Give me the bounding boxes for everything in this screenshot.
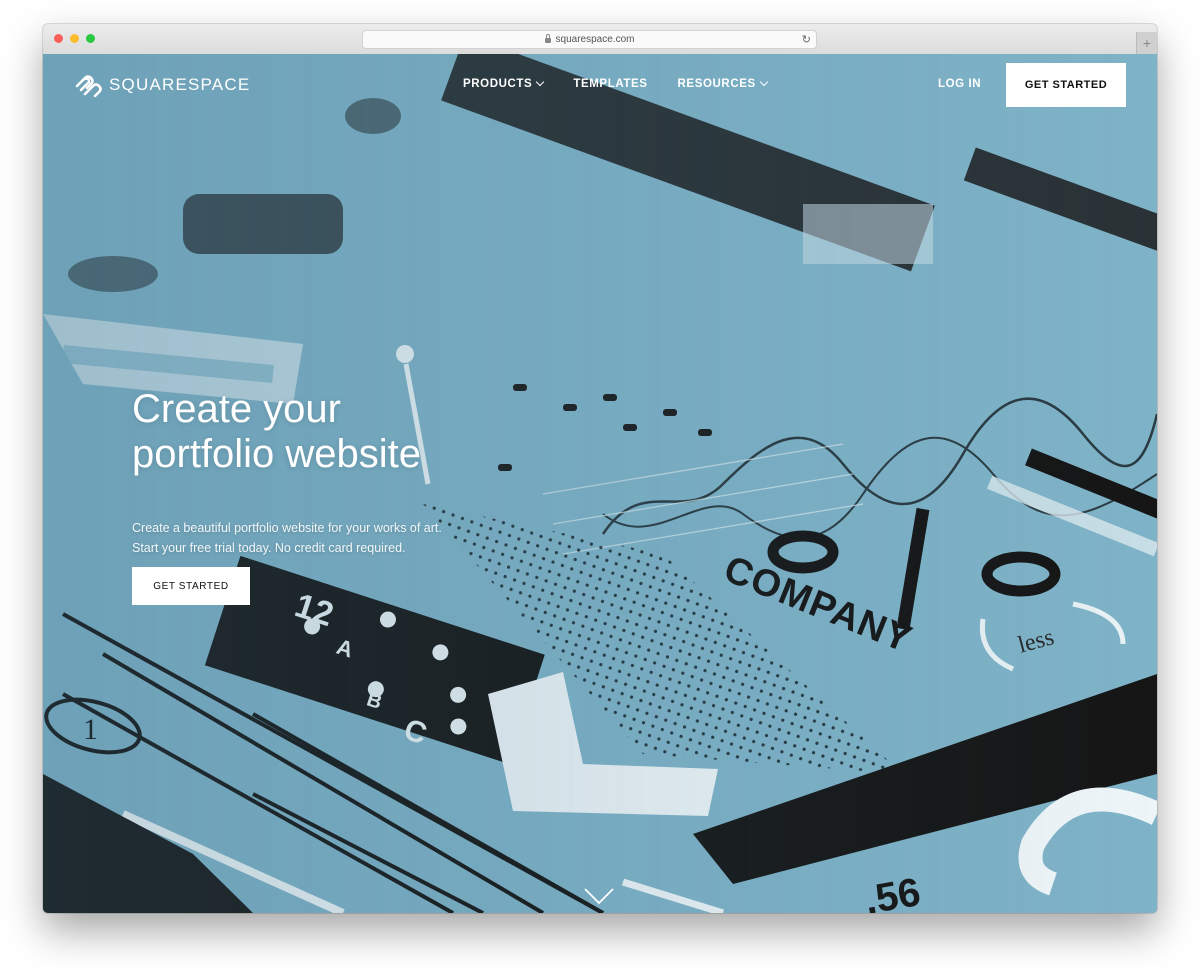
hero-headline: Create your portfolio website (132, 387, 532, 477)
browser-titlebar: squarespace.com ↻ + (43, 24, 1157, 55)
squarespace-logo-icon (75, 75, 102, 97)
nav-links: PRODUCTS TEMPLATES RESOURCES (463, 77, 769, 90)
get-started-hero-button[interactable]: GET STARTED (132, 567, 250, 605)
get-started-nav-button[interactable]: GET STARTED (1006, 63, 1126, 107)
logo-text: SQUARESPACE (109, 75, 251, 94)
top-navigation: SQUARESPACE PRODUCTS TEMPLATES RESOURCES… (43, 54, 1157, 118)
lock-icon (544, 34, 551, 43)
logo[interactable]: SQUARESPACE (73, 73, 250, 97)
hero-section: 12 A B C COMPANY less .56 (43, 54, 1157, 913)
new-tab-button[interactable]: + (1136, 32, 1157, 54)
zoom-window-button[interactable] (86, 34, 95, 43)
reload-icon[interactable]: ↻ (802, 33, 811, 46)
hero-subtext-line1: Create a beautiful portfolio website for… (132, 521, 442, 535)
nav-item-products[interactable]: PRODUCTS (463, 77, 545, 90)
address-bar[interactable]: squarespace.com ↻ (362, 30, 817, 49)
hero-overlay (43, 54, 1157, 913)
hero-subtext-line2: Start your free trial today. No credit c… (132, 541, 406, 555)
nav-item-resources[interactable]: RESOURCES (677, 77, 769, 90)
hero-headline-line1: Create your (132, 387, 341, 431)
browser-window: squarespace.com ↻ + SQUARESPACE PRODUCTS… (43, 24, 1157, 913)
close-window-button[interactable] (54, 34, 63, 43)
nav-item-label: TEMPLATES (573, 78, 648, 90)
minimize-window-button[interactable] (70, 34, 79, 43)
chevron-down-icon (759, 77, 769, 87)
hero-subtext: Create a beautiful portfolio website for… (132, 518, 492, 558)
hero-headline-line2: portfolio website (132, 432, 422, 476)
chevron-down-icon[interactable] (584, 887, 614, 905)
nav-item-label: RESOURCES (677, 78, 756, 90)
nav-item-label: PRODUCTS (463, 78, 533, 90)
login-link[interactable]: LOG IN (938, 78, 981, 90)
chevron-down-icon (536, 77, 545, 87)
address-url: squarespace.com (555, 34, 635, 45)
nav-item-templates[interactable]: TEMPLATES (573, 78, 647, 90)
